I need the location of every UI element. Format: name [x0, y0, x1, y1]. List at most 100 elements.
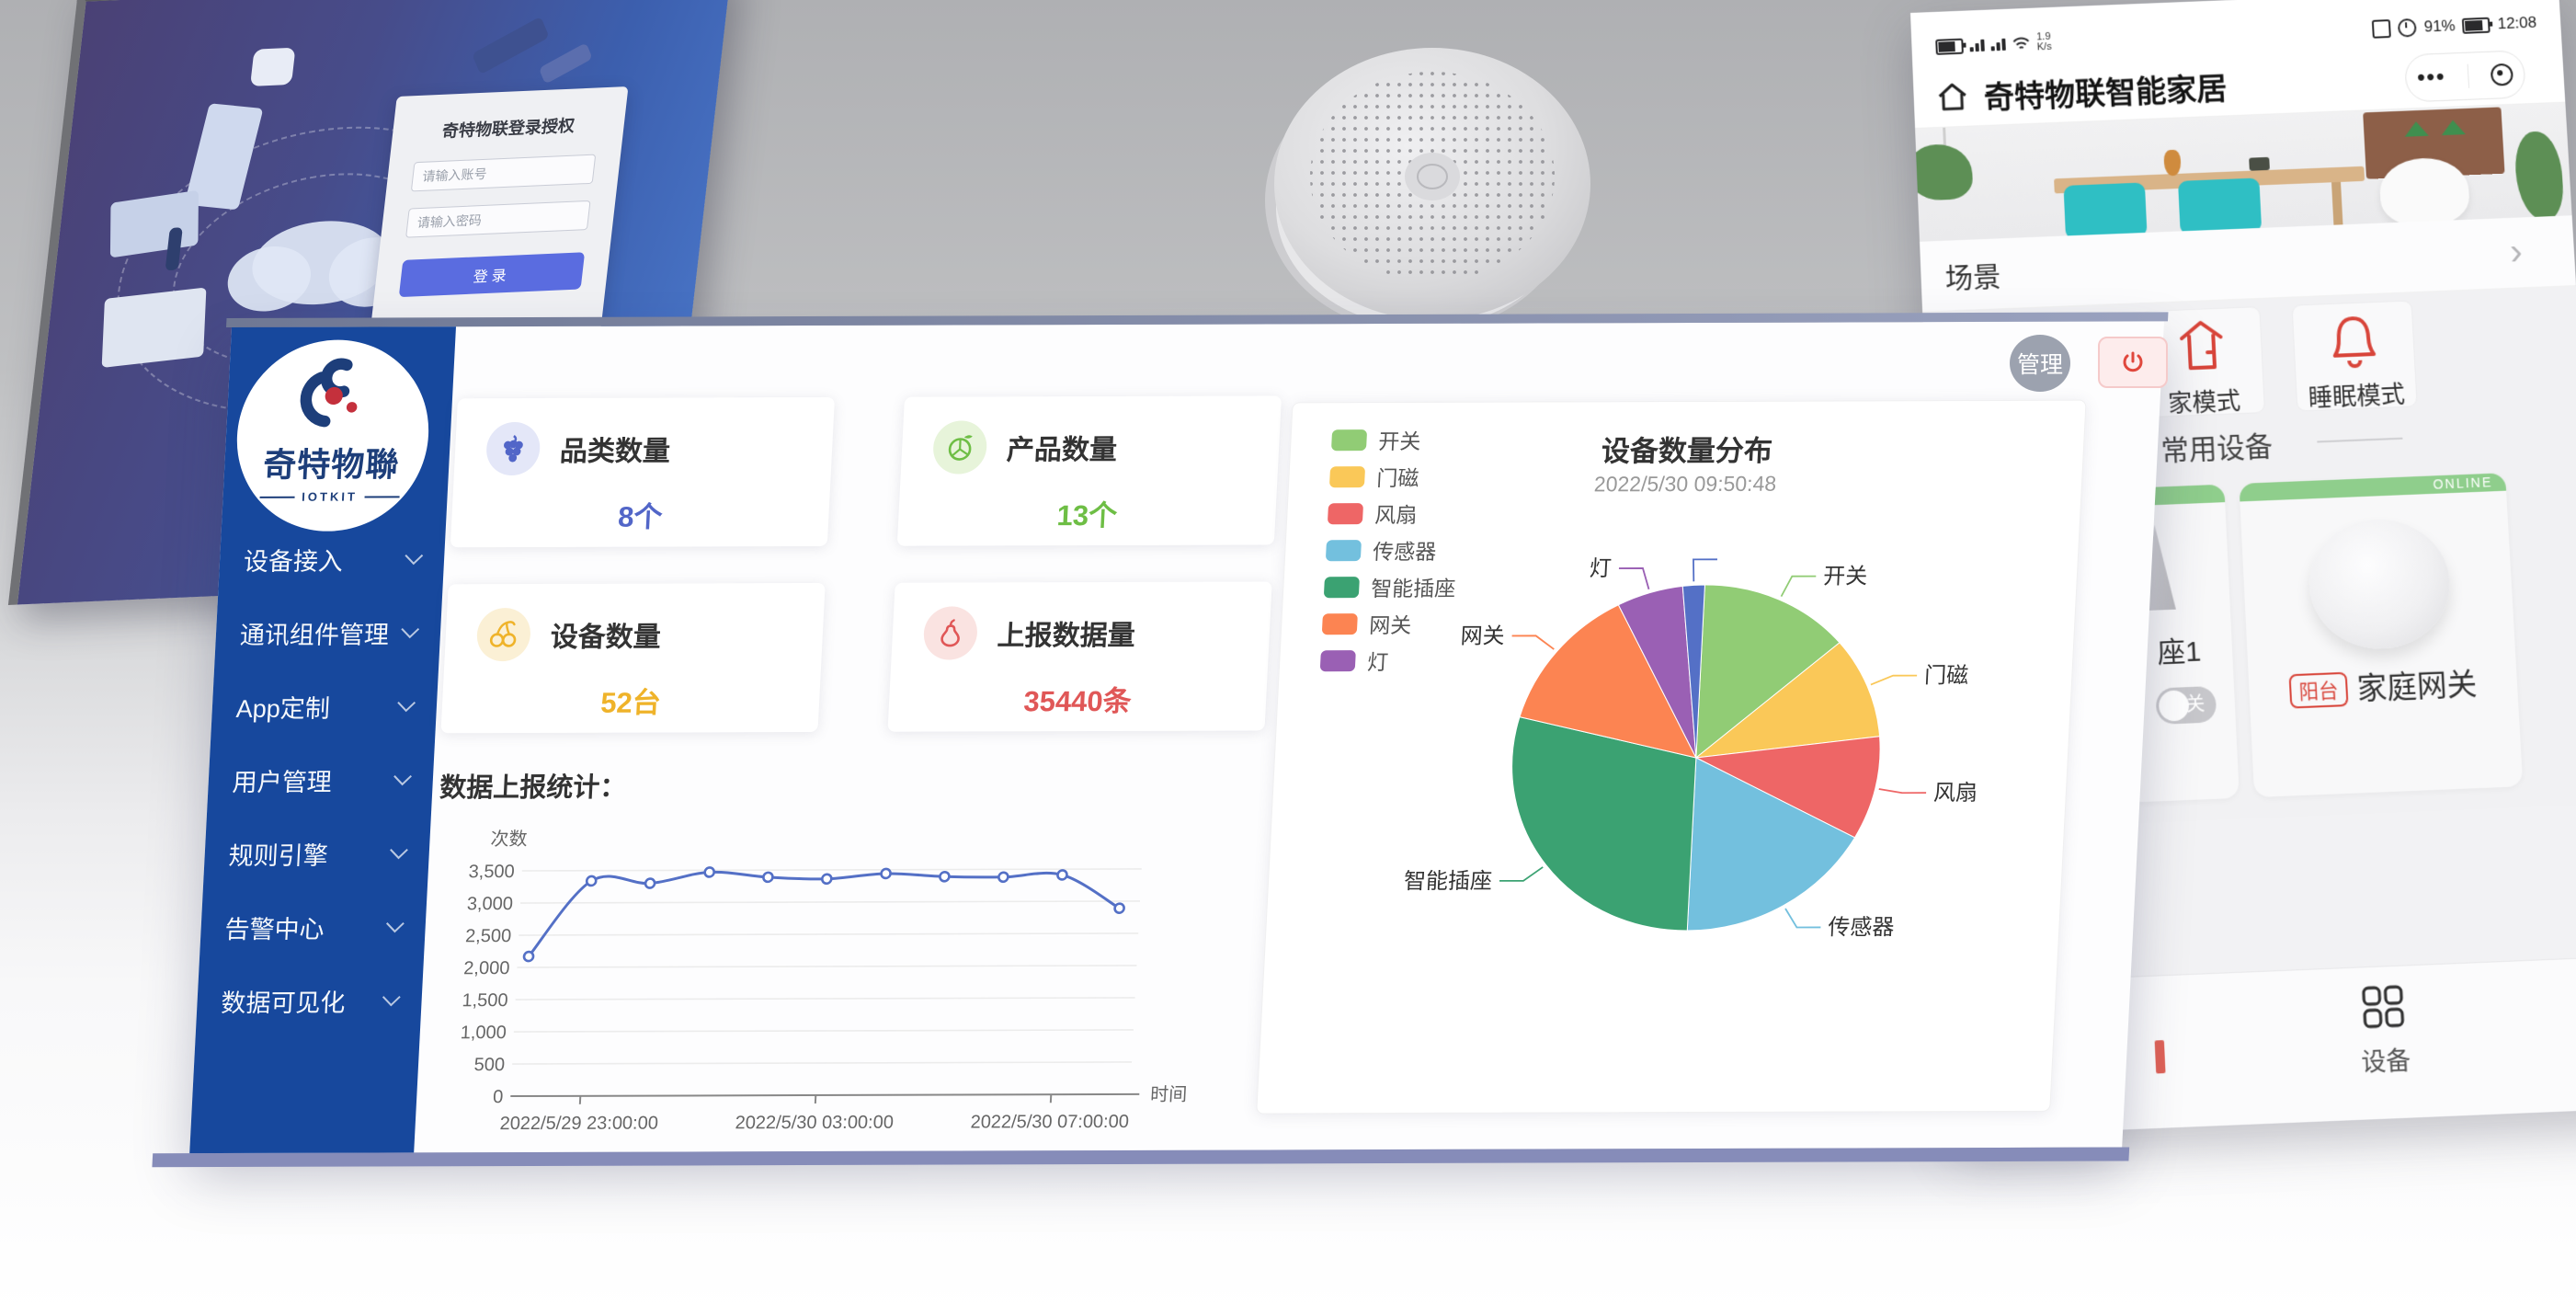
login-button[interactable]: 登录 — [399, 252, 585, 297]
chevron-down-icon — [393, 768, 412, 786]
sidebar-item-comm-components[interactable]: 通讯组件管理 — [214, 595, 442, 669]
stat-label: 上报数据量 — [997, 612, 1136, 653]
online-label: ONLINE — [2433, 475, 2493, 492]
logo: 奇特物聯 IOTKIT — [233, 339, 434, 532]
stat-value: 52台 — [441, 679, 820, 721]
chevron-down-icon — [405, 546, 423, 565]
sidebar-item-user-mgmt[interactable]: 用户管理 — [207, 742, 435, 817]
sidebar-item-label: App定制 — [235, 688, 331, 724]
chair-shape — [2178, 177, 2262, 234]
cherries-icon — [475, 608, 531, 661]
sidebar-item-label: 规则引擎 — [228, 835, 329, 871]
grid-icon — [2360, 984, 2406, 1031]
manage-badge[interactable]: 管理 — [2010, 335, 2070, 392]
divider — [2317, 438, 2402, 443]
gateway-device-card[interactable]: ONLINE 阳台家庭网关 — [2239, 473, 2523, 797]
stat-label: 产品数量 — [1006, 427, 1118, 467]
logo-swirl-icon — [289, 352, 381, 431]
logo-subtitle: IOTKIT — [302, 490, 358, 504]
tab-me[interactable]: 我 — [2570, 973, 2576, 1069]
desk-illustration — [102, 287, 207, 368]
sidebar-item-device-access[interactable]: 设备接入 — [218, 521, 446, 596]
svg-text:2022/5/30 07:00:00: 2022/5/30 07:00:00 — [970, 1112, 1129, 1133]
username-field[interactable] — [411, 154, 596, 192]
gateway-device-image — [2307, 517, 2454, 651]
manage-label: 管理 — [2017, 347, 2063, 380]
sidebar-item-label: 数据可见化 — [221, 982, 347, 1018]
svg-text:2,500: 2,500 — [465, 926, 512, 946]
chevron-down-icon — [401, 620, 419, 638]
svg-text:3,500: 3,500 — [468, 862, 515, 882]
svg-text:1,000: 1,000 — [460, 1023, 507, 1043]
stat-value: 13个 — [897, 491, 1276, 533]
clock-time: 12:08 — [2497, 14, 2537, 34]
power-toggle-button[interactable] — [2098, 337, 2168, 388]
battery-icon — [1935, 38, 1964, 54]
sidebar-item-rule-engine[interactable]: 规则引擎 — [203, 816, 431, 890]
close-target-icon[interactable] — [2491, 63, 2513, 86]
miniprogram-capsule[interactable]: ••• — [2404, 50, 2526, 102]
net-speed-unit: K/s — [2036, 41, 2051, 53]
svg-text:次数: 次数 — [490, 829, 528, 850]
svg-text:网关: 网关 — [1460, 623, 1505, 648]
svg-text:风扇: 风扇 — [1932, 781, 1978, 806]
chevron-down-icon — [382, 989, 401, 1007]
satellite-panel-illustration — [539, 42, 593, 84]
alarm-icon — [2398, 18, 2417, 38]
bell-icon — [2327, 310, 2380, 370]
password-field[interactable] — [405, 200, 590, 238]
lime-icon — [932, 420, 988, 474]
sidebar-item-app-custom[interactable]: App定制 — [211, 669, 439, 743]
socket-label: 座1 — [2156, 627, 2202, 670]
login-card: 奇特物联登录授权 登录 — [369, 86, 628, 345]
svg-text:1,500: 1,500 — [462, 990, 508, 1011]
stat-value: 8个 — [450, 493, 829, 535]
sidebar-item-label: 用户管理 — [232, 761, 333, 797]
sidebar-item-label: 设备接入 — [243, 541, 344, 577]
login-title: 奇特物联登录授权 — [392, 110, 626, 144]
grapes-icon — [485, 422, 541, 475]
chevron-down-icon — [397, 694, 416, 713]
sidebar-menu: 设备接入 通讯组件管理 App定制 用户管理 规则引擎 告警中心 数据可见化 — [196, 521, 447, 1037]
chevron-right-icon: › — [2509, 232, 2524, 274]
sidebar-item-alert-center[interactable]: 告警中心 — [199, 889, 427, 964]
stat-card-reports: 上报数据量 35440条 — [887, 581, 1271, 731]
socket-power-toggle[interactable]: 关 — [2155, 686, 2217, 725]
stat-label: 品类数量 — [559, 428, 671, 468]
svg-text:0: 0 — [493, 1087, 504, 1107]
sidebar-item-label: 通讯组件管理 — [239, 614, 390, 651]
nfc-icon — [2372, 19, 2391, 39]
sidebar-item-label: 告警中心 — [224, 909, 325, 944]
sleep-mode-card[interactable]: 睡眠模式 — [2292, 300, 2418, 411]
home-icon[interactable] — [1935, 80, 1969, 113]
device-distribution-pie-chart: 开关门磁风扇传感器智能插座网关灯 — [1257, 401, 2085, 1114]
svg-text:3,000: 3,000 — [466, 894, 513, 914]
logo-title: 奇特物聯 — [234, 438, 428, 486]
cup-shape — [2249, 157, 2270, 171]
tab-devices[interactable]: 设备 — [2340, 983, 2430, 1080]
plant-shape — [1915, 143, 1973, 201]
stat-value: 35440条 — [888, 677, 1267, 719]
door-icon — [2175, 316, 2228, 376]
stat-card-devices: 设备数量 52台 — [440, 583, 825, 733]
marketing-scene: 奇特物联登录授权 登录 — [0, 0, 2576, 1315]
iot-dashboard: 奇特物聯 IOTKIT 设备接入 通讯组件管理 App定制 用户管理 规则引擎 … — [189, 321, 2164, 1153]
battery-percent: 91% — [2423, 17, 2456, 36]
dashboard-bottom-edge — [152, 1148, 2129, 1168]
sidebar-item-data-visual[interactable]: 数据可见化 — [196, 963, 424, 1037]
camera-illustration — [250, 48, 296, 86]
pear-icon — [922, 606, 978, 659]
svg-text:开关: 开关 — [1823, 564, 1868, 589]
plant-shape — [2513, 131, 2565, 222]
toggle-state-label: 关 — [2185, 694, 2205, 716]
more-icon[interactable]: ••• — [2416, 63, 2446, 90]
smart-speaker-device — [1261, 46, 1603, 337]
sleep-mode-label: 睡眠模式 — [2297, 375, 2417, 415]
hidden-tab-icon-fragment — [2155, 1040, 2166, 1073]
app-title: 奇特物联智能家居 — [1983, 63, 2228, 118]
stat-label: 设备数量 — [550, 614, 662, 655]
svg-text:灯: 灯 — [1589, 556, 1612, 581]
svg-text:2022/5/30 03:00:00: 2022/5/30 03:00:00 — [735, 1113, 894, 1134]
report-line-chart: 05001,0001,5002,0002,5003,0003,5002022/5… — [427, 795, 1235, 1148]
common-devices-label: 常用设备 — [2160, 423, 2274, 469]
